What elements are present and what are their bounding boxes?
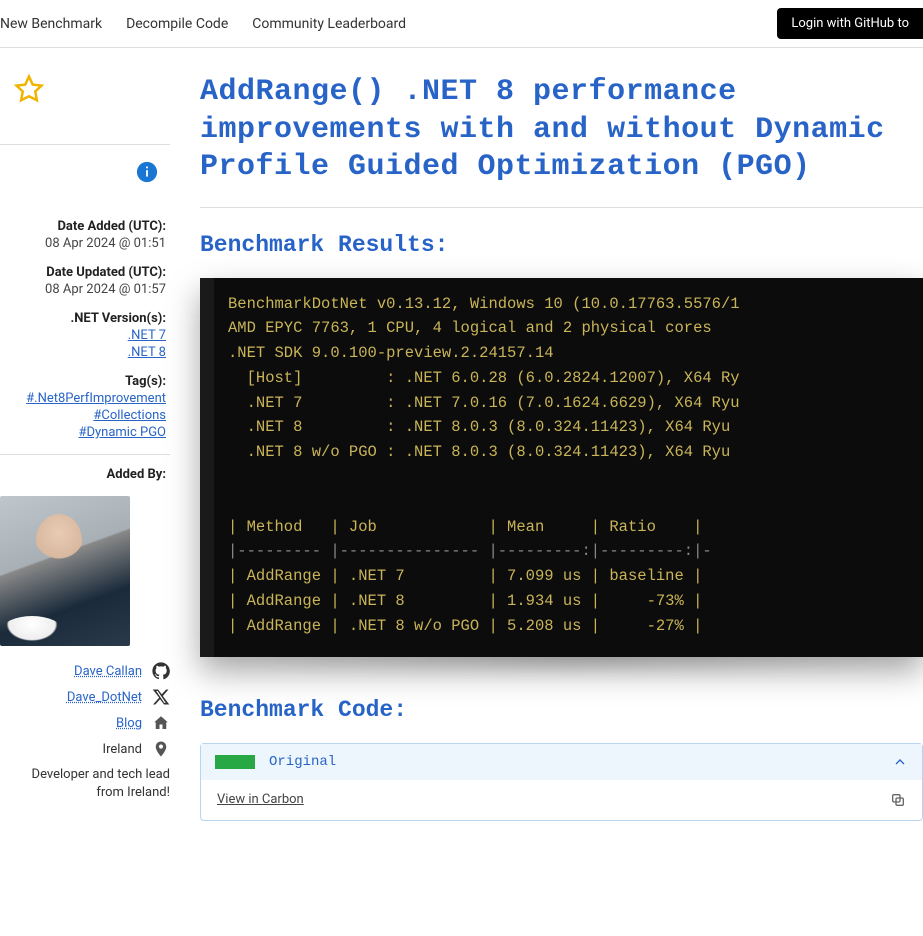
net-version-link[interactable]: .NET 7 [0,328,166,343]
info-icon[interactable] [136,161,158,183]
author-blog-link[interactable]: Blog [116,716,142,731]
code-heading: Benchmark Code: [200,697,923,723]
date-updated-label: Date Updated (UTC): [0,265,166,280]
location-icon [152,740,170,758]
benchmark-results-image: BenchmarkDotNet v0.13.12, Windows 10 (10… [200,278,923,657]
nav-leaderboard[interactable]: Community Leaderboard [252,16,406,32]
github-icon [152,662,170,680]
author-bio: Developer and tech lead [0,766,170,784]
chevron-up-icon [892,754,908,770]
view-in-carbon-link[interactable]: View in Carbon [217,792,890,807]
sidebar: Date Added (UTC): 08 Apr 2024 @ 01:51 Da… [0,48,170,821]
net-version-link[interactable]: .NET 8 [0,345,166,360]
accordion-title: Original [269,754,892,770]
author-twitter-link[interactable]: Dave_DotNet [67,690,142,705]
accordion-header[interactable]: Original [201,744,922,780]
page-title: AddRange() .NET 8 performance improvemen… [200,74,923,187]
nav-new-benchmark[interactable]: New Benchmark [0,16,102,32]
added-by-label: Added By: [0,467,166,482]
date-updated-value: 08 Apr 2024 @ 01:57 [0,282,166,297]
tag-link[interactable]: #Dynamic PGO [0,425,166,440]
code-color-swatch [215,755,255,769]
favorite-star-icon[interactable] [14,74,170,104]
net-versions-label: .NET Version(s): [0,311,166,326]
home-icon [152,714,170,732]
login-button[interactable]: Login with GitHub to [777,8,923,39]
author-avatar[interactable] [0,496,130,646]
date-added-label: Date Added (UTC): [0,219,166,234]
main-content: AddRange() .NET 8 performance improvemen… [170,48,923,821]
author-bio: from Ireland! [0,784,170,802]
author-github-link[interactable]: Dave Callan [74,664,142,679]
tag-link[interactable]: #.Net8PerfImprovement [0,391,166,406]
tag-link[interactable]: #Collections [0,408,166,423]
copy-icon[interactable] [890,792,906,808]
author-location: Ireland [103,742,142,757]
nav-decompile[interactable]: Decompile Code [126,16,228,32]
code-accordion: Original View in Carbon [200,743,923,821]
x-icon [152,688,170,706]
terminal-output: BenchmarkDotNet v0.13.12, Windows 10 (10… [200,278,923,657]
date-added-value: 08 Apr 2024 @ 01:51 [0,236,166,251]
tags-label: Tag(s): [0,374,166,389]
results-heading: Benchmark Results: [200,232,923,258]
top-nav: New Benchmark Decompile Code Community L… [0,0,923,48]
